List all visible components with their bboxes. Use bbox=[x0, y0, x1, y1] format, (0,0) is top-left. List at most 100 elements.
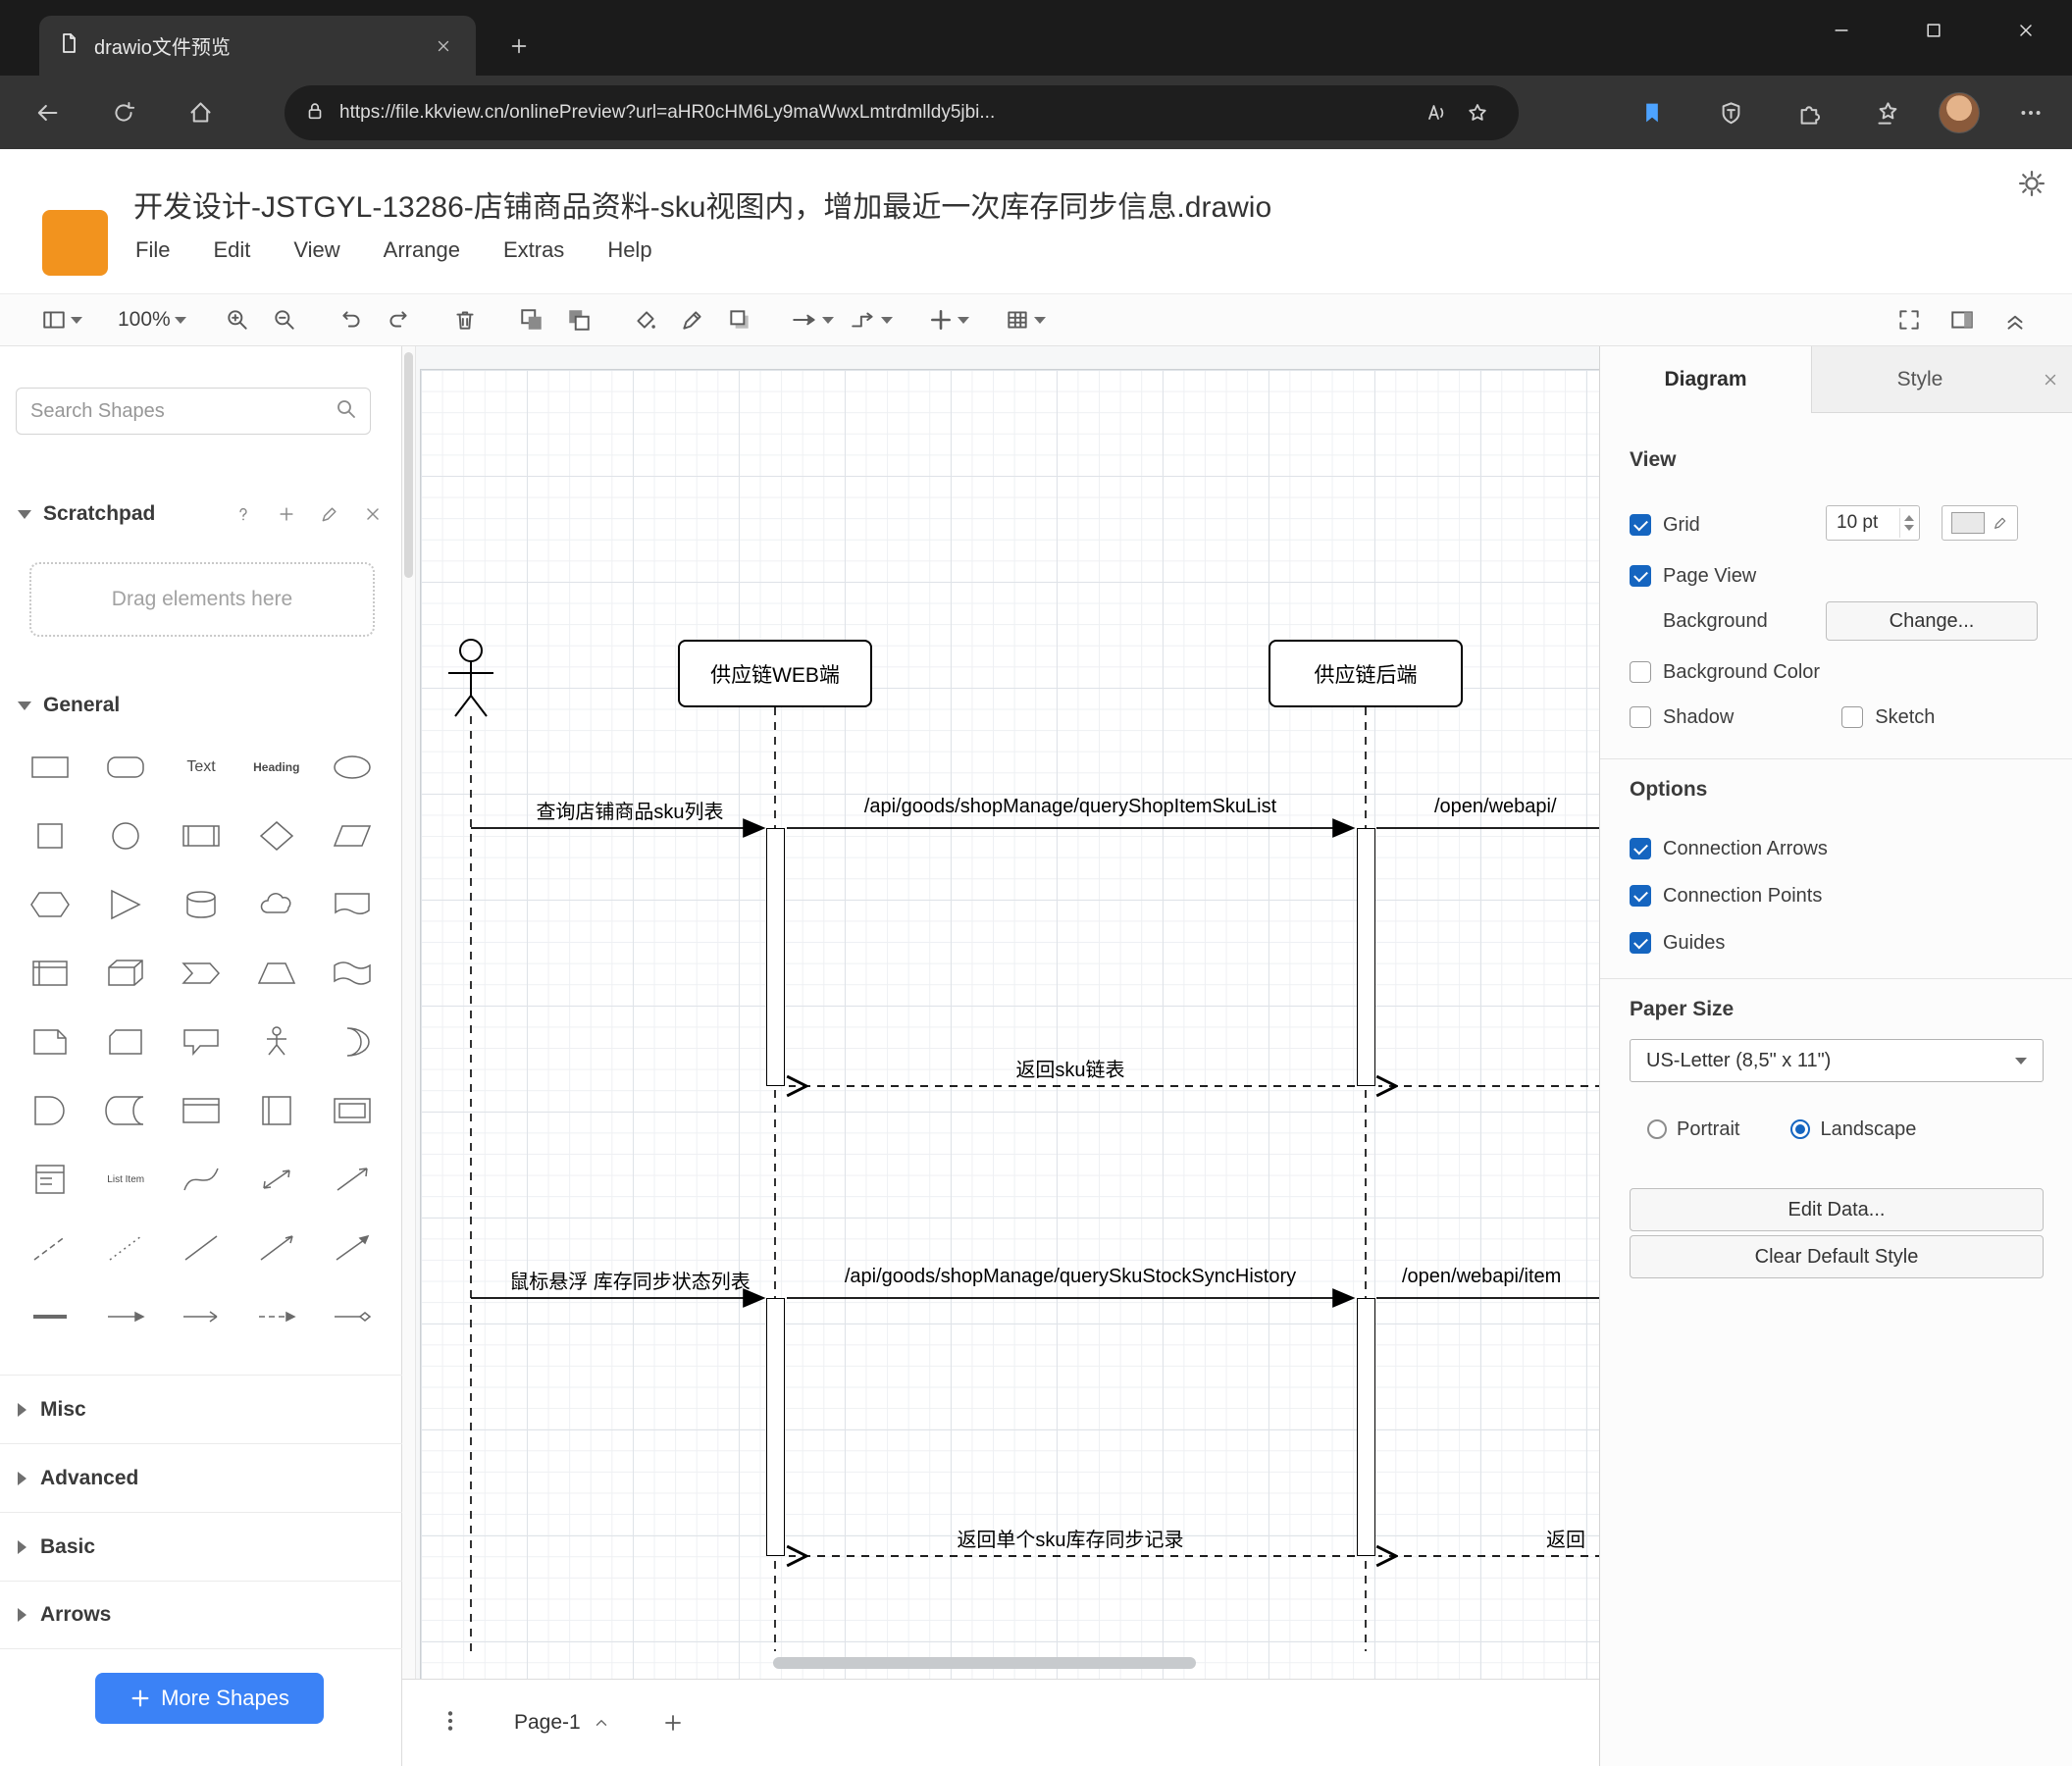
message-api-query-sku-stock-sync-history[interactable]: /api/goods/shopManage/querySkuStockSyncH… bbox=[845, 1266, 1296, 1288]
shape-circle[interactable] bbox=[89, 803, 163, 869]
more-shapes-button[interactable]: More Shapes bbox=[95, 1673, 324, 1724]
shape-rectangle[interactable] bbox=[14, 734, 87, 801]
shape-callout[interactable] bbox=[165, 1009, 238, 1075]
shape-parallelogram[interactable] bbox=[315, 803, 388, 869]
close-button[interactable] bbox=[1980, 0, 2072, 61]
menu-arrange[interactable]: Arrange bbox=[384, 237, 460, 263]
shape-vertical-container[interactable] bbox=[239, 1077, 313, 1144]
shape-dashed-line[interactable] bbox=[14, 1215, 87, 1281]
menu-extras[interactable]: Extras bbox=[503, 237, 564, 263]
shape-document[interactable] bbox=[315, 871, 388, 938]
activation-bar-web-1[interactable] bbox=[766, 828, 785, 1086]
participant-web[interactable]: 供应链WEB端 bbox=[678, 640, 872, 707]
zoom-in-button[interactable] bbox=[218, 300, 257, 339]
message-hover-stock-sync[interactable]: 鼠标悬浮 库存同步状态列表 bbox=[509, 1266, 751, 1294]
shape-data-storage[interactable] bbox=[89, 1077, 163, 1144]
shadow-button[interactable] bbox=[720, 300, 759, 339]
message-open-webapi-item[interactable]: /open/webapi/item bbox=[1402, 1266, 1561, 1288]
shape-dotted-line[interactable] bbox=[89, 1215, 163, 1281]
back-icon[interactable] bbox=[20, 87, 75, 138]
shape-link[interactable] bbox=[14, 1283, 87, 1350]
landscape-radio[interactable] bbox=[1790, 1119, 1811, 1139]
shape-process[interactable] bbox=[165, 803, 238, 869]
shape-list[interactable] bbox=[14, 1146, 87, 1213]
shape-triangle[interactable] bbox=[89, 871, 163, 938]
shape-cylinder[interactable] bbox=[165, 871, 238, 938]
panel-close-icon[interactable] bbox=[2028, 346, 2072, 413]
to-back-button[interactable] bbox=[559, 300, 598, 339]
table-button[interactable] bbox=[1001, 300, 1050, 339]
add-page-button[interactable] bbox=[653, 1703, 693, 1742]
address-bar[interactable]: https://file.kkview.cn/onlinePreview?url… bbox=[285, 85, 1519, 140]
clear-default-style-button[interactable]: Clear Default Style bbox=[1630, 1235, 2044, 1278]
message-return-single-sku[interactable]: 返回单个sku库存同步记录 bbox=[957, 1524, 1183, 1552]
grid-checkbox[interactable] bbox=[1630, 514, 1651, 536]
message-return-sku-list[interactable]: 返回sku链表 bbox=[1015, 1054, 1124, 1082]
settings-ellipsis-icon[interactable] bbox=[2003, 87, 2058, 138]
sidebar-scrollbar[interactable] bbox=[402, 346, 416, 1766]
fullscreen-button[interactable] bbox=[1890, 300, 1929, 339]
shape-bidirectional-arrow[interactable] bbox=[239, 1146, 313, 1213]
browser-tab[interactable]: drawio文件预览 bbox=[39, 16, 476, 76]
menu-view[interactable]: View bbox=[293, 237, 339, 263]
collections-icon[interactable] bbox=[1860, 87, 1915, 138]
shape-curve[interactable] bbox=[165, 1146, 238, 1213]
minimize-button[interactable] bbox=[1795, 0, 1888, 61]
new-tab-button[interactable] bbox=[502, 29, 536, 63]
advanced-section-header[interactable]: Advanced bbox=[0, 1443, 402, 1512]
tab-close-icon[interactable] bbox=[429, 31, 458, 61]
menu-file[interactable]: File bbox=[135, 237, 170, 263]
basic-section-header[interactable]: Basic bbox=[0, 1512, 402, 1581]
shape-open-arrow[interactable] bbox=[165, 1283, 238, 1350]
shape-square[interactable] bbox=[14, 803, 87, 869]
insert-button[interactable] bbox=[924, 300, 973, 339]
shape-rounded-rectangle[interactable] bbox=[89, 734, 163, 801]
shape-card[interactable] bbox=[89, 1009, 163, 1075]
shape-text[interactable]: Text bbox=[165, 734, 238, 801]
shape-line[interactable] bbox=[165, 1215, 238, 1281]
misc-section-header[interactable]: Misc bbox=[0, 1375, 402, 1443]
arrows-section-header[interactable]: Arrows bbox=[0, 1581, 402, 1649]
scratchpad-help-icon[interactable] bbox=[232, 502, 255, 526]
shape-trapezoid[interactable] bbox=[239, 940, 313, 1007]
shape-step[interactable] bbox=[165, 940, 238, 1007]
delete-button[interactable] bbox=[445, 300, 485, 339]
shape-container[interactable] bbox=[165, 1077, 238, 1144]
menu-help[interactable]: Help bbox=[607, 237, 651, 263]
split-screen-icon[interactable] bbox=[1625, 87, 1680, 138]
shape-directional-arrow[interactable] bbox=[315, 1146, 388, 1213]
grid-size-stepper[interactable] bbox=[1899, 508, 1917, 538]
participant-backend[interactable]: 供应链后端 bbox=[1269, 640, 1463, 707]
shape-diamond-arrow[interactable] bbox=[315, 1283, 388, 1350]
scratchpad-header[interactable]: Scratchpad bbox=[0, 493, 402, 535]
shape-arrow-open[interactable] bbox=[239, 1215, 313, 1281]
scratchpad-dropzone[interactable]: Drag elements here bbox=[29, 562, 375, 637]
grid-color-button[interactable] bbox=[1942, 505, 2018, 541]
shape-heading[interactable]: Heading bbox=[239, 734, 313, 801]
home-icon[interactable] bbox=[173, 87, 228, 138]
shape-actor[interactable] bbox=[239, 1009, 313, 1075]
fill-color-button[interactable] bbox=[626, 300, 665, 339]
shape-hexagon[interactable] bbox=[14, 871, 87, 938]
shape-cube[interactable] bbox=[89, 940, 163, 1007]
shape-arrow[interactable] bbox=[89, 1283, 163, 1350]
to-front-button[interactable] bbox=[512, 300, 551, 339]
favorite-star-icon[interactable] bbox=[1456, 93, 1499, 132]
undo-button[interactable] bbox=[332, 300, 371, 339]
shape-dashed-arrow[interactable] bbox=[239, 1283, 313, 1350]
sketch-checkbox[interactable] bbox=[1841, 706, 1864, 728]
menu-edit[interactable]: Edit bbox=[213, 237, 250, 263]
general-section-header[interactable]: General bbox=[0, 685, 402, 726]
search-input[interactable] bbox=[28, 398, 335, 424]
page-view-checkbox[interactable] bbox=[1630, 565, 1651, 587]
shape-diamond[interactable] bbox=[239, 803, 313, 869]
shape-or[interactable] bbox=[315, 1009, 388, 1075]
message-open-webapi[interactable]: /open/webapi/ bbox=[1434, 796, 1557, 818]
connection-points-checkbox[interactable] bbox=[1630, 885, 1651, 907]
refresh-icon[interactable] bbox=[96, 87, 151, 138]
activation-bar-web-2[interactable] bbox=[766, 1298, 785, 1556]
paper-size-select[interactable]: US-Letter (8,5" x 11") bbox=[1630, 1039, 2044, 1082]
message-return-partial[interactable]: 返回 bbox=[1546, 1524, 1585, 1552]
shape-search-box[interactable] bbox=[16, 388, 371, 435]
diagram-canvas[interactable]: 供应链WEB端 供应链后端 查询店铺商品sku列表 /api/goods/sho… bbox=[416, 346, 1599, 1766]
